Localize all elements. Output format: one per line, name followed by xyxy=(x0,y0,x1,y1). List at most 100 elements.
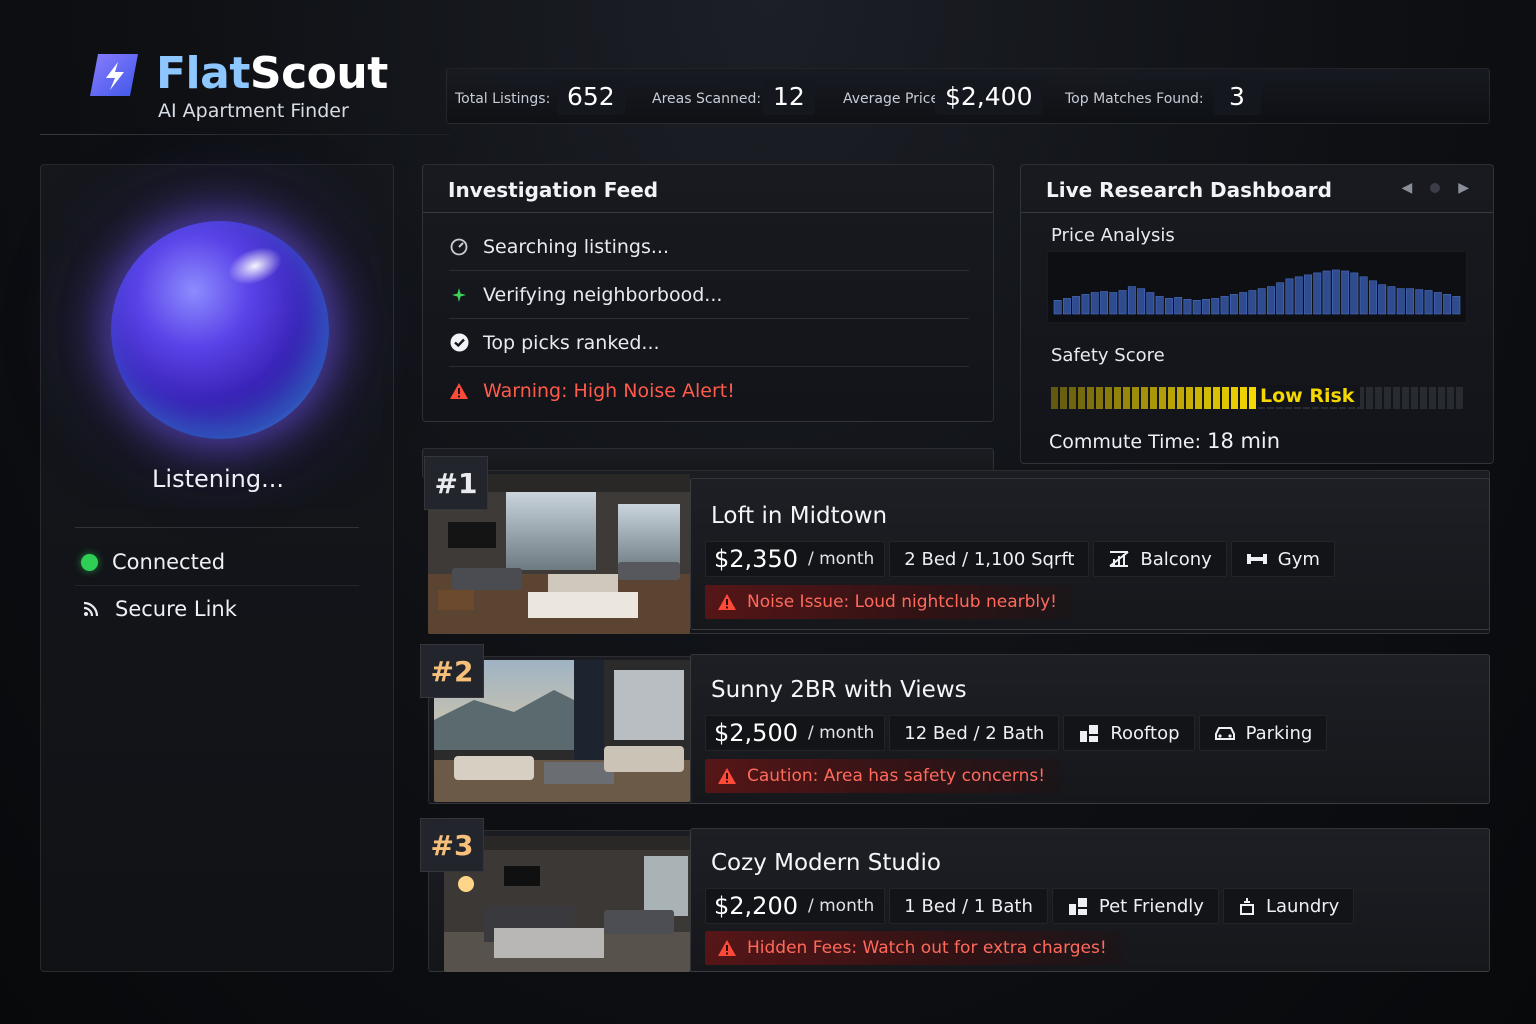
safety-segment xyxy=(1429,387,1436,409)
safety-level-text: Low Risk xyxy=(1256,385,1361,407)
stat-top-matches-label: Top Matches Found: xyxy=(1065,91,1204,107)
safety-segment xyxy=(1411,387,1418,409)
price-bar xyxy=(1239,292,1248,315)
next-arrow-icon[interactable]: ▶ xyxy=(1458,180,1469,196)
feed-item-text: Verifying neighborbood... xyxy=(483,283,723,306)
feed-title: Investigation Feed xyxy=(448,178,659,202)
safety-segment xyxy=(1114,387,1121,409)
price-chart xyxy=(1047,251,1467,323)
divider xyxy=(75,527,359,528)
safety-segment xyxy=(1123,387,1130,409)
listing-alert: Hidden Fees: Watch out for extra charges… xyxy=(705,931,1123,965)
brand-divider xyxy=(40,134,450,135)
price-bar xyxy=(1267,286,1275,315)
divider xyxy=(75,585,359,586)
dashboard-header: Live Research Dashboard ◀ ▶ xyxy=(1021,165,1493,213)
rooms-chip: 2 Bed / 1,100 Sqrft xyxy=(889,541,1090,577)
warning-icon xyxy=(449,381,469,401)
rank-badge: #3 xyxy=(420,818,484,872)
price-bar xyxy=(1313,272,1322,315)
price-bar xyxy=(1424,290,1433,315)
price-bar xyxy=(1341,270,1350,315)
safety-segment xyxy=(1159,387,1166,409)
safety-segment xyxy=(1195,387,1202,409)
gym-chip: Gym xyxy=(1230,541,1335,577)
safety-segment xyxy=(1438,387,1445,409)
price-bar xyxy=(1081,294,1090,315)
pet-friendly-chip: Pet Friendly xyxy=(1051,888,1219,924)
price-analysis-label: Price Analysis xyxy=(1051,225,1175,246)
safety-segment xyxy=(1177,387,1184,409)
price-bar xyxy=(1248,290,1257,315)
prev-arrow-icon[interactable]: ◀ xyxy=(1401,180,1412,196)
rooms-chip: 12 Bed / 2 Bath xyxy=(889,715,1060,751)
connection-status: Connected xyxy=(81,550,225,574)
price-bar xyxy=(1137,288,1146,315)
price-bar xyxy=(1118,290,1127,315)
safety-segment xyxy=(1078,387,1085,409)
secure-link-status: Secure Link xyxy=(81,597,237,621)
listing-alert: Noise Issue: Loud nightclub nearbly! xyxy=(705,585,1073,619)
dashboard-title: Live Research Dashboard xyxy=(1046,178,1332,202)
secure-link-label: Secure Link xyxy=(115,597,237,621)
brand: FlatScout AI Apartment Finder xyxy=(88,48,438,130)
laundry-chip: Laundry xyxy=(1222,888,1355,924)
connection-label: Connected xyxy=(112,550,226,574)
rank-badge: #1 xyxy=(424,456,488,510)
price-bar xyxy=(1174,297,1183,315)
safety-segment xyxy=(1096,387,1103,409)
balcony-chip: Balcony xyxy=(1093,541,1227,577)
safety-segment xyxy=(1087,387,1094,409)
voice-orb[interactable] xyxy=(111,221,329,439)
listing-chips: $2,200/ month 1 Bed / 1 Bath Pet Friendl… xyxy=(705,888,1355,924)
price-bar xyxy=(1294,276,1303,315)
price-bar xyxy=(1192,299,1201,315)
stat-total-listings-value: 652 xyxy=(557,79,625,115)
feed-header: Investigation Feed xyxy=(423,165,993,213)
safety-segment xyxy=(1069,387,1076,409)
price-bar xyxy=(1452,296,1461,315)
signal-icon xyxy=(83,601,99,617)
listing-title[interactable]: Loft in Midtown xyxy=(711,503,887,529)
stat-average-price-label: Average Price xyxy=(843,91,940,107)
safety-segment xyxy=(1186,387,1193,409)
feed-item: Searching listings... xyxy=(449,223,969,271)
listing-details: Cozy Modern Studio $2,200/ month 1 Bed /… xyxy=(690,828,1490,972)
stat-areas-scanned-value: 12 xyxy=(763,79,815,115)
price-bar xyxy=(1304,274,1312,315)
listing-title[interactable]: Cozy Modern Studio xyxy=(711,850,941,876)
safety-segment xyxy=(1402,387,1409,409)
listing-chips: $2,350/ month 2 Bed / 1,100 Sqrft Balcon… xyxy=(705,541,1335,577)
price-bar xyxy=(1257,288,1266,315)
warning-icon xyxy=(718,594,736,610)
price-bar xyxy=(1433,292,1442,315)
price-bar xyxy=(1229,294,1238,315)
safety-segment xyxy=(1204,387,1211,409)
price-bar xyxy=(1127,286,1136,315)
listing-alert: Caution: Area has safety concerns! xyxy=(705,759,1062,793)
price-chip: $2,500/ month xyxy=(705,715,886,751)
safety-segment xyxy=(1384,387,1391,409)
feed-item: Top picks ranked... xyxy=(449,319,969,367)
price-bar xyxy=(1183,298,1192,315)
feed-warning: Warning: High Noise Alert! xyxy=(449,367,969,415)
green-dot-icon xyxy=(81,553,98,571)
safety-segment xyxy=(1105,387,1112,409)
price-bar xyxy=(1276,282,1285,315)
price-bar xyxy=(1387,286,1396,315)
safety-segment xyxy=(1249,387,1256,409)
feed-item: Verifying neighborbood... xyxy=(449,271,969,319)
price-bar xyxy=(1100,291,1109,315)
price-bar xyxy=(1331,269,1340,315)
listing-title[interactable]: Sunny 2BR with Views xyxy=(711,677,967,703)
price-bar xyxy=(1378,284,1387,315)
feed-item-text: Searching listings... xyxy=(483,235,670,258)
listing-details: Sunny 2BR with Views $2,500/ month 12 Be… xyxy=(690,654,1490,804)
safety-segment xyxy=(1213,387,1220,409)
safety-segment xyxy=(1051,387,1058,409)
safety-segment xyxy=(1132,387,1139,409)
page-dot-icon[interactable] xyxy=(1430,183,1441,193)
rooms-chip: 1 Bed / 1 Bath xyxy=(889,888,1048,924)
safety-segment xyxy=(1240,387,1247,409)
rank-badge: #2 xyxy=(420,644,484,698)
